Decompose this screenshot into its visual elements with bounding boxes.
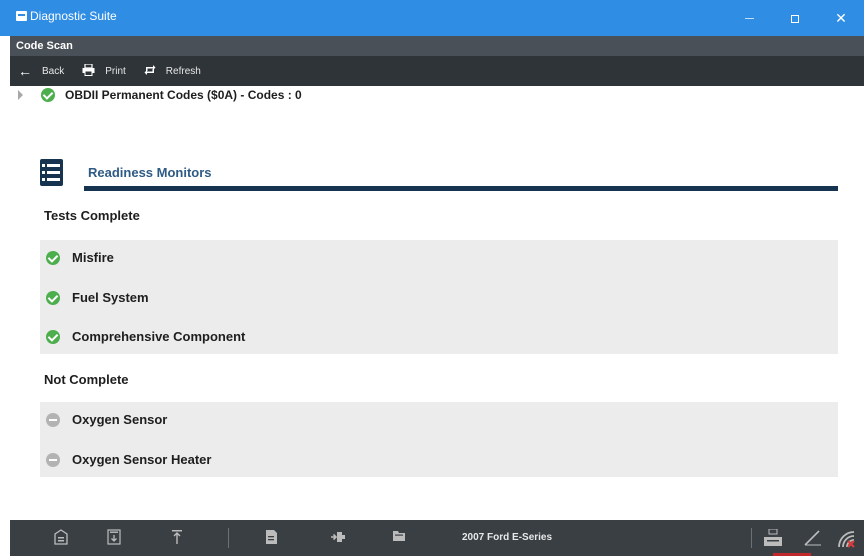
section-divider (84, 186, 838, 191)
permanent-codes-label: OBDII Permanent Codes ($0A) - Codes : 0 (65, 88, 302, 102)
not-complete-list: Oxygen Sensor Oxygen Sensor Heater (40, 402, 838, 477)
app-icon (16, 11, 27, 21)
list-item: Oxygen Sensor Heater (46, 452, 211, 467)
readiness-monitors-header: Readiness Monitors (40, 159, 838, 193)
section-title: Readiness Monitors (88, 165, 212, 180)
page-title: Code Scan (10, 36, 864, 56)
checklist-icon (40, 159, 63, 186)
print-button[interactable]: Print (82, 62, 126, 79)
home-icon[interactable] (54, 529, 70, 547)
list-item: Oxygen Sensor (46, 412, 167, 427)
taskbar-divider (228, 528, 229, 548)
check-circle-icon (41, 88, 55, 102)
monitor-label: Fuel System (72, 290, 149, 305)
monitor-label: Misfire (72, 250, 114, 265)
close-button[interactable]: ✕ (818, 0, 864, 36)
pen-icon[interactable] (803, 529, 823, 547)
download-list-icon[interactable] (107, 529, 123, 547)
connector-icon[interactable] (330, 529, 346, 547)
minimize-icon (744, 18, 754, 20)
list-item: Misfire (46, 250, 114, 265)
minus-circle-icon (46, 412, 60, 427)
window-title: Diagnostic Suite (30, 9, 117, 23)
maximize-icon (791, 14, 799, 23)
monitor-label: Comprehensive Component (72, 329, 246, 344)
print-label: Print (105, 65, 126, 77)
expand-arrow-icon[interactable] (18, 90, 23, 100)
upload-list-icon[interactable] (170, 529, 186, 547)
monitor-label: Oxygen Sensor Heater (72, 452, 212, 467)
vci-device-icon[interactable] (763, 528, 783, 547)
folder-icon[interactable] (392, 529, 408, 547)
back-arrow-icon: ← (18, 63, 32, 79)
minus-circle-icon (46, 452, 60, 467)
taskbar-divider (751, 528, 752, 548)
main-content: OBDII Permanent Codes ($0A) - Codes : 0 … (10, 86, 864, 520)
report-icon[interactable] (264, 529, 280, 547)
list-item: Fuel System (46, 290, 149, 305)
tests-complete-heading: Tests Complete (44, 208, 140, 223)
wifi-disconnected-icon[interactable] (836, 529, 858, 548)
minimize-button[interactable] (726, 0, 772, 36)
printer-icon (82, 62, 95, 79)
refresh-label: Refresh (165, 65, 201, 77)
tests-complete-list: Misfire Fuel System Comprehensive Compon… (40, 240, 838, 354)
refresh-icon (144, 64, 156, 79)
check-circle-icon (46, 250, 60, 265)
back-button[interactable]: ← Back (18, 63, 64, 79)
vehicle-label: 2007 Ford E-Series (462, 532, 553, 543)
check-circle-icon (46, 329, 60, 344)
title-bar: Diagnostic Suite ✕ (0, 0, 864, 36)
permanent-codes-row[interactable]: OBDII Permanent Codes ($0A) - Codes : 0 (18, 88, 302, 102)
list-item: Comprehensive Component (46, 329, 245, 344)
back-label: Back (42, 65, 65, 77)
monitor-label: Oxygen Sensor (72, 412, 168, 427)
bottom-taskbar: 2007 Ford E-Series (10, 520, 864, 556)
toolbar: ← Back Print Refresh (10, 56, 864, 86)
not-complete-heading: Not Complete (44, 372, 129, 387)
maximize-button[interactable] (772, 0, 818, 36)
check-circle-icon (46, 290, 60, 305)
refresh-button[interactable]: Refresh (144, 64, 201, 79)
